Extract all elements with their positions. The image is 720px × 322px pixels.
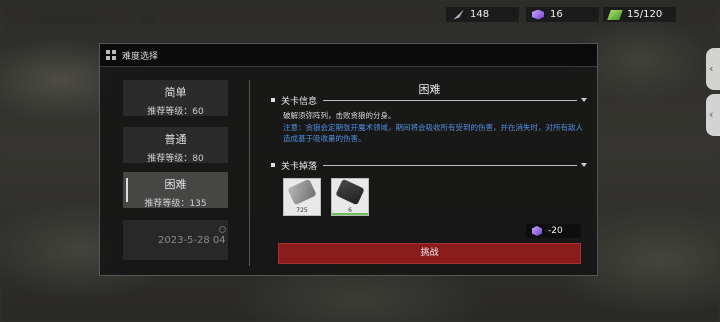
side-tab-lower[interactable]: ‹ (706, 94, 720, 136)
panel-title: 难度选择 (122, 51, 159, 62)
difficulty-easy[interactable]: 简单 推荐等级：60 (123, 80, 228, 117)
stage-note: 注意：贪狼会定期张开魔术领域，期间将会吸收所有受到的伤害，并在消失时，对所有敌人… (283, 123, 583, 143)
resource-stamina: 148 (446, 7, 519, 22)
difficulty-name: 普通 (164, 133, 187, 146)
background-button-blurred (40, 12, 98, 24)
bullet-icon (271, 98, 275, 102)
bullet-icon (271, 163, 275, 167)
caret-down-icon (581, 98, 587, 102)
stage-description: 破解须弥阵列，击败贪狼的分身。 (283, 111, 396, 120)
background-icon-blurred (140, 12, 156, 24)
drop-rarity-bar (332, 213, 368, 215)
column-divider (249, 80, 250, 266)
clock-icon (219, 226, 226, 233)
date-text: 2023-5-28 04 (158, 235, 226, 246)
difficulty-name: 困难 (164, 178, 187, 191)
difficulty-hard[interactable]: 困难 推荐等级：135 (123, 172, 228, 209)
dogtag-icon (287, 178, 317, 206)
chevron-left-icon: ‹ (709, 108, 714, 121)
section-line (323, 164, 577, 166)
usb-drive-icon (335, 178, 365, 206)
date-entry[interactable]: 2023-5-28 04 (123, 220, 228, 260)
cash-icon (607, 9, 623, 20)
stage-info-label: 关卡信息 (281, 96, 318, 107)
stage-drops-label: 关卡掉落 (281, 161, 318, 172)
side-tab-upper[interactable]: ‹ (706, 48, 720, 90)
challenge-cost: -20 (526, 224, 581, 238)
resource-stamina-value: 148 (470, 9, 490, 20)
difficulty-level: 推荐等级：60 (147, 107, 204, 117)
caret-down-icon (581, 163, 587, 167)
resource-cube: 16 (526, 7, 599, 22)
feather-icon (453, 9, 464, 20)
chevron-left-icon: ‹ (709, 62, 714, 75)
difficulty-name: 简单 (164, 86, 187, 99)
stage-drops-header[interactable]: 关卡掉落 (271, 159, 587, 172)
panel-header: 难度选择 (100, 44, 597, 67)
grid-icon (106, 50, 116, 60)
purple-cube-icon (532, 9, 544, 20)
drop-item[interactable]: 6 (331, 178, 369, 216)
section-line (323, 99, 577, 101)
difficulty-normal[interactable]: 普通 推荐等级：80 (123, 127, 228, 164)
purple-cube-icon (532, 226, 542, 236)
difficulty-level: 推荐等级：135 (144, 199, 207, 209)
drop-count: 725 (296, 207, 308, 214)
resource-cube-value: 16 (550, 9, 563, 20)
cost-value: -20 (548, 226, 563, 236)
resource-cash-value: 15/120 (627, 9, 663, 20)
difficulty-select-panel: 难度选择 简单 推荐等级：60 普通 推荐等级：80 困难 推荐等级：135 2… (99, 43, 598, 276)
challenge-button[interactable]: 挑战 (278, 243, 581, 264)
difficulty-level: 推荐等级：80 (147, 154, 204, 164)
stage-info-header[interactable]: 关卡信息 (271, 94, 587, 107)
resource-cash: 15/120 (603, 7, 676, 22)
drop-item[interactable]: 725 (283, 178, 321, 216)
